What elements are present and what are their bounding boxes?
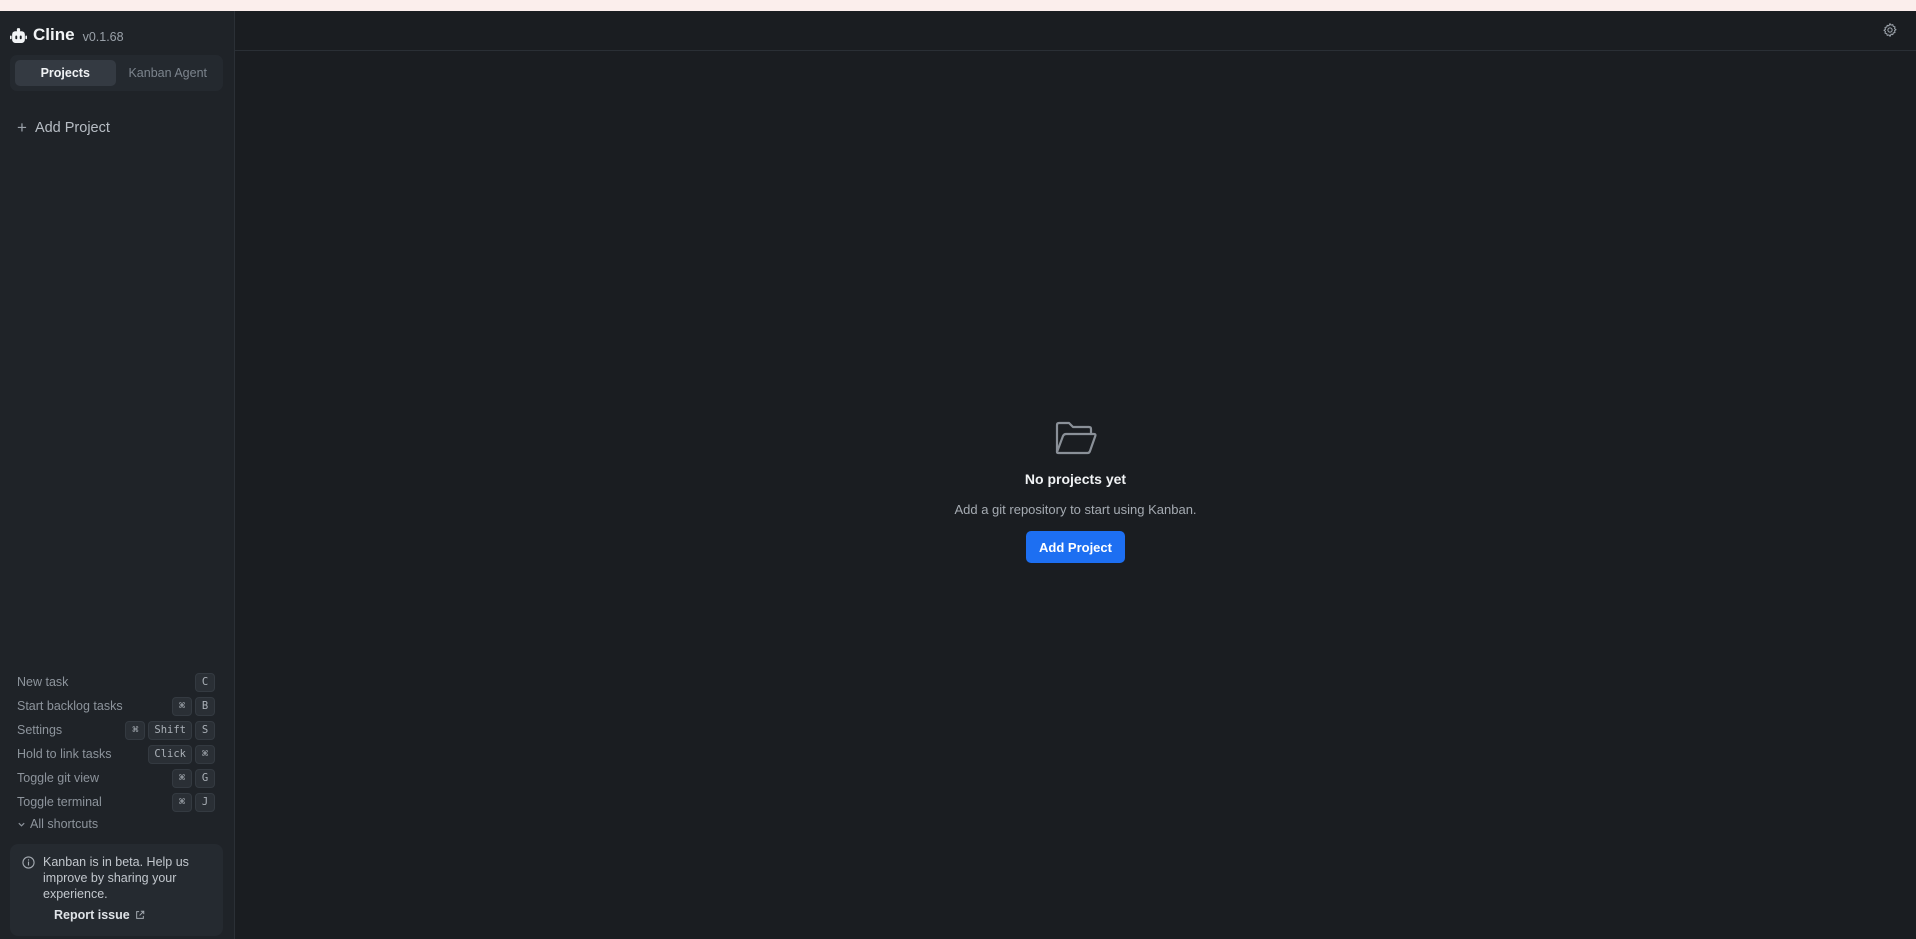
- shortcut-key: ⌘: [125, 720, 146, 740]
- shortcuts-list: New task C Start backlog tasks ⌘ B Setti…: [17, 670, 215, 814]
- sidebar-add-project-label: Add Project: [34, 119, 110, 136]
- info-icon: [22, 856, 35, 869]
- add-project-button[interactable]: Add Project: [1026, 531, 1125, 563]
- all-shortcuts-toggle[interactable]: All shortcuts: [17, 817, 98, 831]
- shortcut-label: New task: [17, 675, 69, 689]
- shortcut-key: B: [195, 696, 215, 716]
- tab-kanban-agent[interactable]: Kanban Agent: [118, 60, 219, 86]
- shortcut-key: ⌘: [172, 696, 192, 716]
- shortcut-settings: Settings ⌘ Shift S: [17, 718, 215, 742]
- report-issue-link[interactable]: Report issue: [54, 908, 211, 922]
- report-issue-label: Report issue: [54, 908, 130, 922]
- app-version: v0.1.68: [82, 29, 124, 44]
- shortcut-key: ⌘: [172, 792, 192, 812]
- sidebar-add-project-button[interactable]: + Add Project: [17, 119, 110, 136]
- shortcut-key: S: [195, 720, 215, 740]
- all-shortcuts-label: All shortcuts: [30, 817, 99, 831]
- shortcut-label: Settings: [17, 723, 63, 737]
- plus-icon: +: [17, 118, 27, 137]
- app-name: Cline: [33, 25, 75, 44]
- empty-state-subtitle: Add a git repository to start using Kanb…: [954, 502, 1197, 517]
- shortcut-label: Toggle terminal: [17, 795, 102, 809]
- app-window: Cline v0.1.68 Projects Kanban Agent + Ad…: [0, 11, 1916, 939]
- shortcut-key: Shift: [148, 720, 192, 740]
- shortcut-key: C: [195, 672, 215, 692]
- main-panel: No projects yet Add a git repository to …: [235, 11, 1916, 939]
- shortcut-hold-to-link-tasks: Hold to link tasks Click ⌘: [17, 742, 215, 766]
- shortcut-label: Start backlog tasks: [17, 699, 123, 713]
- empty-state: No projects yet Add a git repository to …: [235, 419, 1916, 563]
- shortcut-key: G: [195, 768, 215, 788]
- robot-logo-icon: [10, 27, 27, 43]
- folder-open-icon: [1055, 421, 1097, 455]
- beta-notice-text: Kanban is in beta. Help us improve by sh…: [43, 855, 189, 901]
- shortcut-key: ⌘: [172, 768, 192, 788]
- shortcut-label: Hold to link tasks: [17, 747, 112, 761]
- shortcut-start-backlog-tasks: Start backlog tasks ⌘ B: [17, 694, 215, 718]
- empty-state-title: No projects yet: [1024, 471, 1127, 487]
- sidebar-tabs: Projects Kanban Agent: [10, 55, 223, 91]
- shortcut-new-task: New task C: [17, 670, 215, 694]
- shortcut-key: Click: [148, 744, 192, 764]
- gear-icon[interactable]: [1882, 22, 1898, 38]
- top-bar: [235, 11, 1916, 51]
- shortcut-key: J: [195, 792, 215, 812]
- sidebar: Cline v0.1.68 Projects Kanban Agent + Ad…: [0, 11, 235, 939]
- shortcut-toggle-terminal: Toggle terminal ⌘ J: [17, 790, 215, 814]
- shortcut-label: Toggle git view: [17, 771, 99, 785]
- chevron-down-icon: [18, 822, 25, 827]
- tab-projects[interactable]: Projects: [15, 60, 116, 86]
- brand: Cline v0.1.68: [10, 25, 124, 45]
- beta-notice: Kanban is in beta. Help us improve by sh…: [10, 844, 223, 936]
- external-link-icon: [135, 910, 144, 919]
- shortcut-toggle-git-view: Toggle git view ⌘ G: [17, 766, 215, 790]
- shortcut-key: ⌘: [195, 744, 215, 764]
